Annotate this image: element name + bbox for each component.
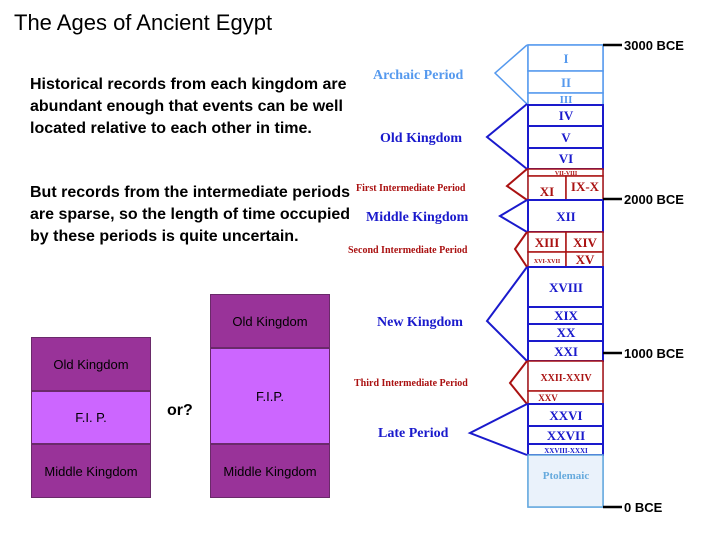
first-intermediate-label: First Intermediate Period [356,183,466,194]
dynasty-xxviii-xxxi-label: XXVIII-XXXI [544,447,588,455]
dynasty-iv-label: IV [559,108,574,123]
old-kingdom-label: Old Kingdom [380,131,462,146]
dynasty-ii-label: II [561,75,571,90]
late-period-bracket [467,403,528,456]
dynasty-xiii-label: XIII [535,235,560,250]
date-1000-label: 1000 BCE [624,346,684,361]
dynasty-ix-x-label: IX-X [571,179,600,194]
date-2000-label: 2000 BCE [624,192,684,207]
tip-bracket [508,360,528,405]
second-intermediate-label: Second Intermediate Period [348,245,468,256]
dynasty-xi-label: XI [540,184,554,199]
middle-kingdom-bracket [498,199,528,233]
dynasty-xxii-xxiv-label: XXII-XXIV [540,373,592,384]
fip-bracket [505,168,528,201]
third-intermediate-label: Third Intermediate Period [354,378,468,389]
date-0-label: 0 BCE [624,500,663,515]
timeline-chart: I II III IV V VI VII-VIII XI IX-X XII XI… [348,38,684,515]
dynasty-xix-label: XIX [554,308,578,323]
sip-bracket [513,231,528,268]
dynasty-xviii-label: XVIII [549,280,583,295]
dynasty-xvi-xvii-label: XVI-XVII [534,259,561,265]
dynasty-i-label: I [563,51,568,66]
dynasty-xx-label: XX [557,325,576,340]
date-3000-label: 3000 BCE [624,38,684,53]
dynasty-vii-viii-label: VII-VIII [555,171,578,177]
dynasty-xiv-label: XIV [573,235,597,250]
dynasty-xv-label: XV [576,252,595,267]
middle-kingdom-label: Middle Kingdom [366,210,469,225]
old-kingdom-bracket [485,103,528,170]
dynasty-xxvi-label: XXVI [549,408,582,423]
new-kingdom-bracket [485,266,528,362]
dynasty-xii-label: XII [556,209,576,224]
dynasty-xxv-label: XXV [538,393,558,403]
dynasty-vi-label: VI [559,151,573,166]
dynasty-v-label: V [561,130,571,145]
archaic-bracket [493,44,528,105]
dynasty-xxvii-label: XXVII [547,428,585,443]
ptolemaic-label: Ptolemaic [543,470,590,482]
dynasty-xxi-label: XXI [554,344,578,359]
archaic-period-label: Archaic Period [373,68,464,83]
late-period-label: Late Period [378,426,449,441]
new-kingdom-label: New Kingdom [377,315,463,330]
